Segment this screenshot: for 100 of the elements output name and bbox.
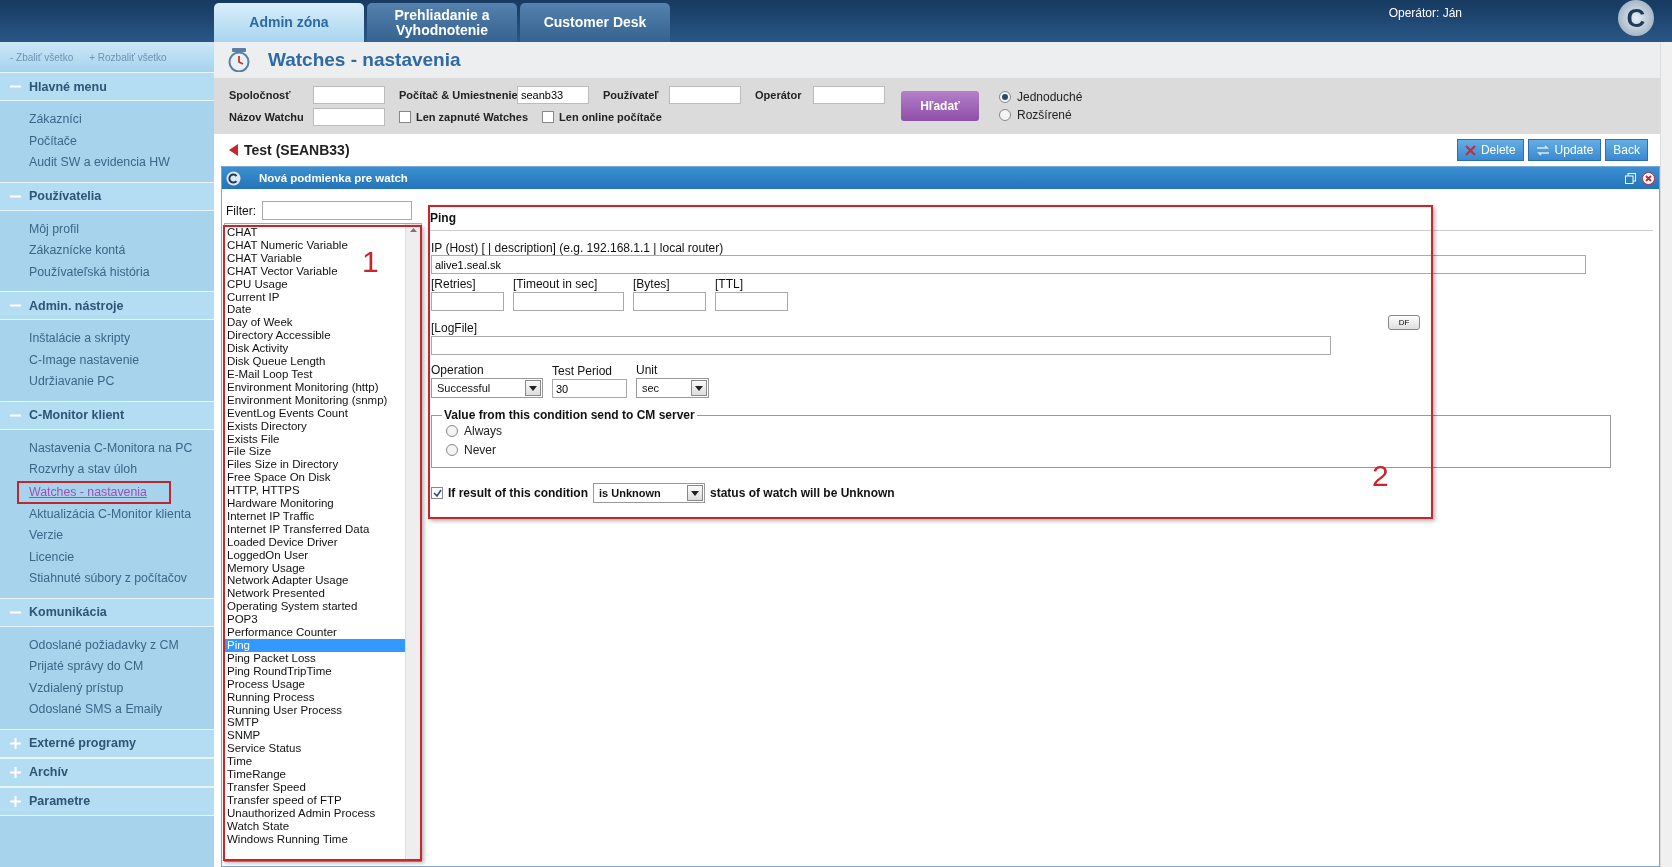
list-item[interactable]: Internet IP Traffic (225, 509, 315, 523)
list-item[interactable]: LoggedOn User (225, 548, 309, 562)
filter-field[interactable] (813, 86, 885, 104)
input-field[interactable] (633, 292, 706, 311)
list-item[interactable]: Memory Usage (225, 561, 305, 575)
sidebar-section-header[interactable]: C-Monitor klient (0, 400, 214, 430)
sidebar-item[interactable]: Inštalácie a skripty (29, 328, 131, 350)
list-item[interactable]: CHAT Numeric Variable (225, 238, 348, 252)
close-icon[interactable] (1642, 171, 1655, 185)
sidebar-item[interactable]: Používateľská história (29, 261, 150, 283)
test-period-field[interactable]: 30 (552, 379, 627, 398)
sidebar-item[interactable]: Zákaznícke kontá (29, 240, 126, 262)
list-item[interactable]: HTTP, HTTPS (225, 484, 300, 498)
logfile-field[interactable] (431, 336, 1331, 355)
restore-icon[interactable] (1625, 172, 1636, 184)
list-item[interactable]: Network Adapter Usage (225, 574, 349, 588)
sidebar-item[interactable]: Verzie (29, 525, 64, 547)
sidebar-section-header[interactable]: Parametre (0, 786, 214, 816)
input-field[interactable] (513, 292, 624, 311)
nav-tab[interactable]: Customer Desk (520, 3, 670, 42)
scroll-up-icon[interactable] (410, 228, 417, 232)
list-item[interactable]: CHAT Variable (225, 251, 302, 265)
list-item[interactable]: Internet IP Transferred Data (225, 522, 370, 536)
list-item[interactable]: Directory Accessible (225, 329, 331, 343)
sidebar-item[interactable]: Počítače (29, 130, 77, 152)
condition-dropdown[interactable]: is Unknown (593, 483, 705, 503)
list-item[interactable]: Current IP (225, 290, 280, 304)
list-item[interactable]: Time (225, 755, 253, 769)
list-item[interactable]: Hardware Monitoring (225, 497, 334, 510)
sidebar-item[interactable]: Stiahnuté súbory z počítačov (29, 568, 187, 590)
search-button[interactable]: Hľadať (901, 91, 979, 121)
input-field[interactable] (715, 292, 788, 311)
expand-icon[interactable] (10, 737, 21, 749)
list-item[interactable]: Disk Queue Length (225, 355, 326, 368)
sidebar-item[interactable]: Udržiavanie PC (29, 371, 115, 393)
list-item[interactable]: Windows Running Time (225, 832, 348, 846)
filter-field[interactable]: seanb33 (517, 86, 589, 104)
input-field[interactable] (431, 292, 504, 311)
list-item[interactable]: Exists Directory (225, 419, 307, 433)
filter-field[interactable] (262, 201, 412, 220)
list-item[interactable]: File Size (225, 445, 272, 459)
list-item[interactable]: SMTP (225, 716, 259, 730)
nav-tab[interactable]: Prehliadanie a Vyhodnotenie (367, 3, 517, 42)
filter-field[interactable] (669, 86, 741, 104)
checkbox[interactable] (542, 111, 555, 123)
sidebar-item[interactable]: Licencie (29, 546, 75, 568)
list-item[interactable]: Operating System started (225, 600, 358, 614)
sidebar-section-header[interactable]: Komunikácia (0, 597, 214, 627)
sidebar-item[interactable]: Zákazníci (29, 109, 82, 131)
host-field[interactable]: alive1.seal.sk (431, 255, 1586, 274)
list-item[interactable]: Performance Counter (225, 626, 337, 639)
sidebar-section-header[interactable]: Archív (0, 757, 214, 787)
sidebar-section-header[interactable]: Používatelia (0, 181, 214, 211)
list-item[interactable]: Transfer speed of FTP (225, 793, 342, 807)
scrollbar[interactable] (1660, 42, 1672, 867)
back-arrow-icon[interactable] (229, 144, 238, 156)
radio-button[interactable] (446, 425, 458, 437)
list-item[interactable]: Environment Monitoring (http) (225, 380, 379, 394)
list-item[interactable]: CHAT Vector Variable (225, 264, 338, 278)
list-item[interactable]: SNMP (225, 729, 261, 743)
list-item[interactable]: Process Usage (225, 677, 305, 691)
operation-dropdown[interactable]: Successful (431, 378, 543, 398)
list-item[interactable]: Environment Monitoring (snmp) (225, 393, 388, 407)
list-item[interactable]: Ping Packet Loss (225, 651, 316, 665)
sidebar-item[interactable]: Rozvrhy a stav úloh (29, 459, 137, 481)
df-button[interactable]: DF (1388, 315, 1420, 330)
radio-button[interactable] (446, 444, 458, 456)
list-item[interactable]: Free Space On Disk (225, 471, 331, 485)
list-item[interactable]: CHAT (225, 226, 258, 239)
sidebar-section-header[interactable]: Admin. nástroje (0, 291, 214, 320)
list-item[interactable]: Exists File (225, 432, 280, 446)
list-item[interactable]: Transfer Speed (225, 780, 306, 794)
sidebar-item[interactable]: Odoslané požiadavky z CM (29, 634, 179, 656)
radio-button[interactable] (999, 109, 1011, 121)
checkbox[interactable] (431, 487, 443, 499)
expand-icon[interactable] (10, 795, 21, 807)
list-item[interactable]: Loaded Device Driver (225, 535, 338, 549)
filter-field[interactable] (313, 108, 385, 126)
list-item[interactable]: Watch State (225, 819, 290, 833)
checkbox[interactable] (399, 111, 411, 123)
list-item[interactable]: Disk Activity (225, 342, 289, 356)
list-item[interactable]: Running Process (225, 690, 315, 704)
list-item[interactable]: Service Status (225, 742, 302, 756)
sidebar-section-header[interactable]: Externé programy (0, 728, 214, 758)
list-item[interactable]: EventLog Events Count (225, 406, 348, 420)
sidebar-item[interactable]: C-Image nastavenie (29, 349, 140, 371)
radio-button[interactable] (999, 91, 1011, 103)
list-item[interactable]: Running User Process (225, 703, 343, 717)
list-item[interactable]: Day of Week (225, 316, 293, 330)
unit-dropdown[interactable]: sec (636, 378, 709, 398)
sidebar-section-header[interactable]: Hlavné menu (0, 72, 214, 101)
list-item[interactable]: Files Size in Directory (225, 458, 339, 472)
list-item[interactable]: Network Presented (225, 587, 325, 601)
sidebar-item[interactable]: Audit SW a evidencia HW (29, 152, 170, 174)
list-item[interactable]: POP3 (225, 613, 258, 627)
list-item[interactable]: Unauthorized Admin Process (225, 806, 376, 820)
sidebar-item[interactable]: Aktualizácia C-Monitor klienta (29, 503, 191, 525)
sidebar-item[interactable]: Nastavenia C-Monitora na PC (29, 437, 193, 459)
sidebar-item[interactable]: Vzdialený prístup (29, 677, 124, 699)
list-item[interactable]: Ping RoundTripTime (225, 664, 332, 678)
